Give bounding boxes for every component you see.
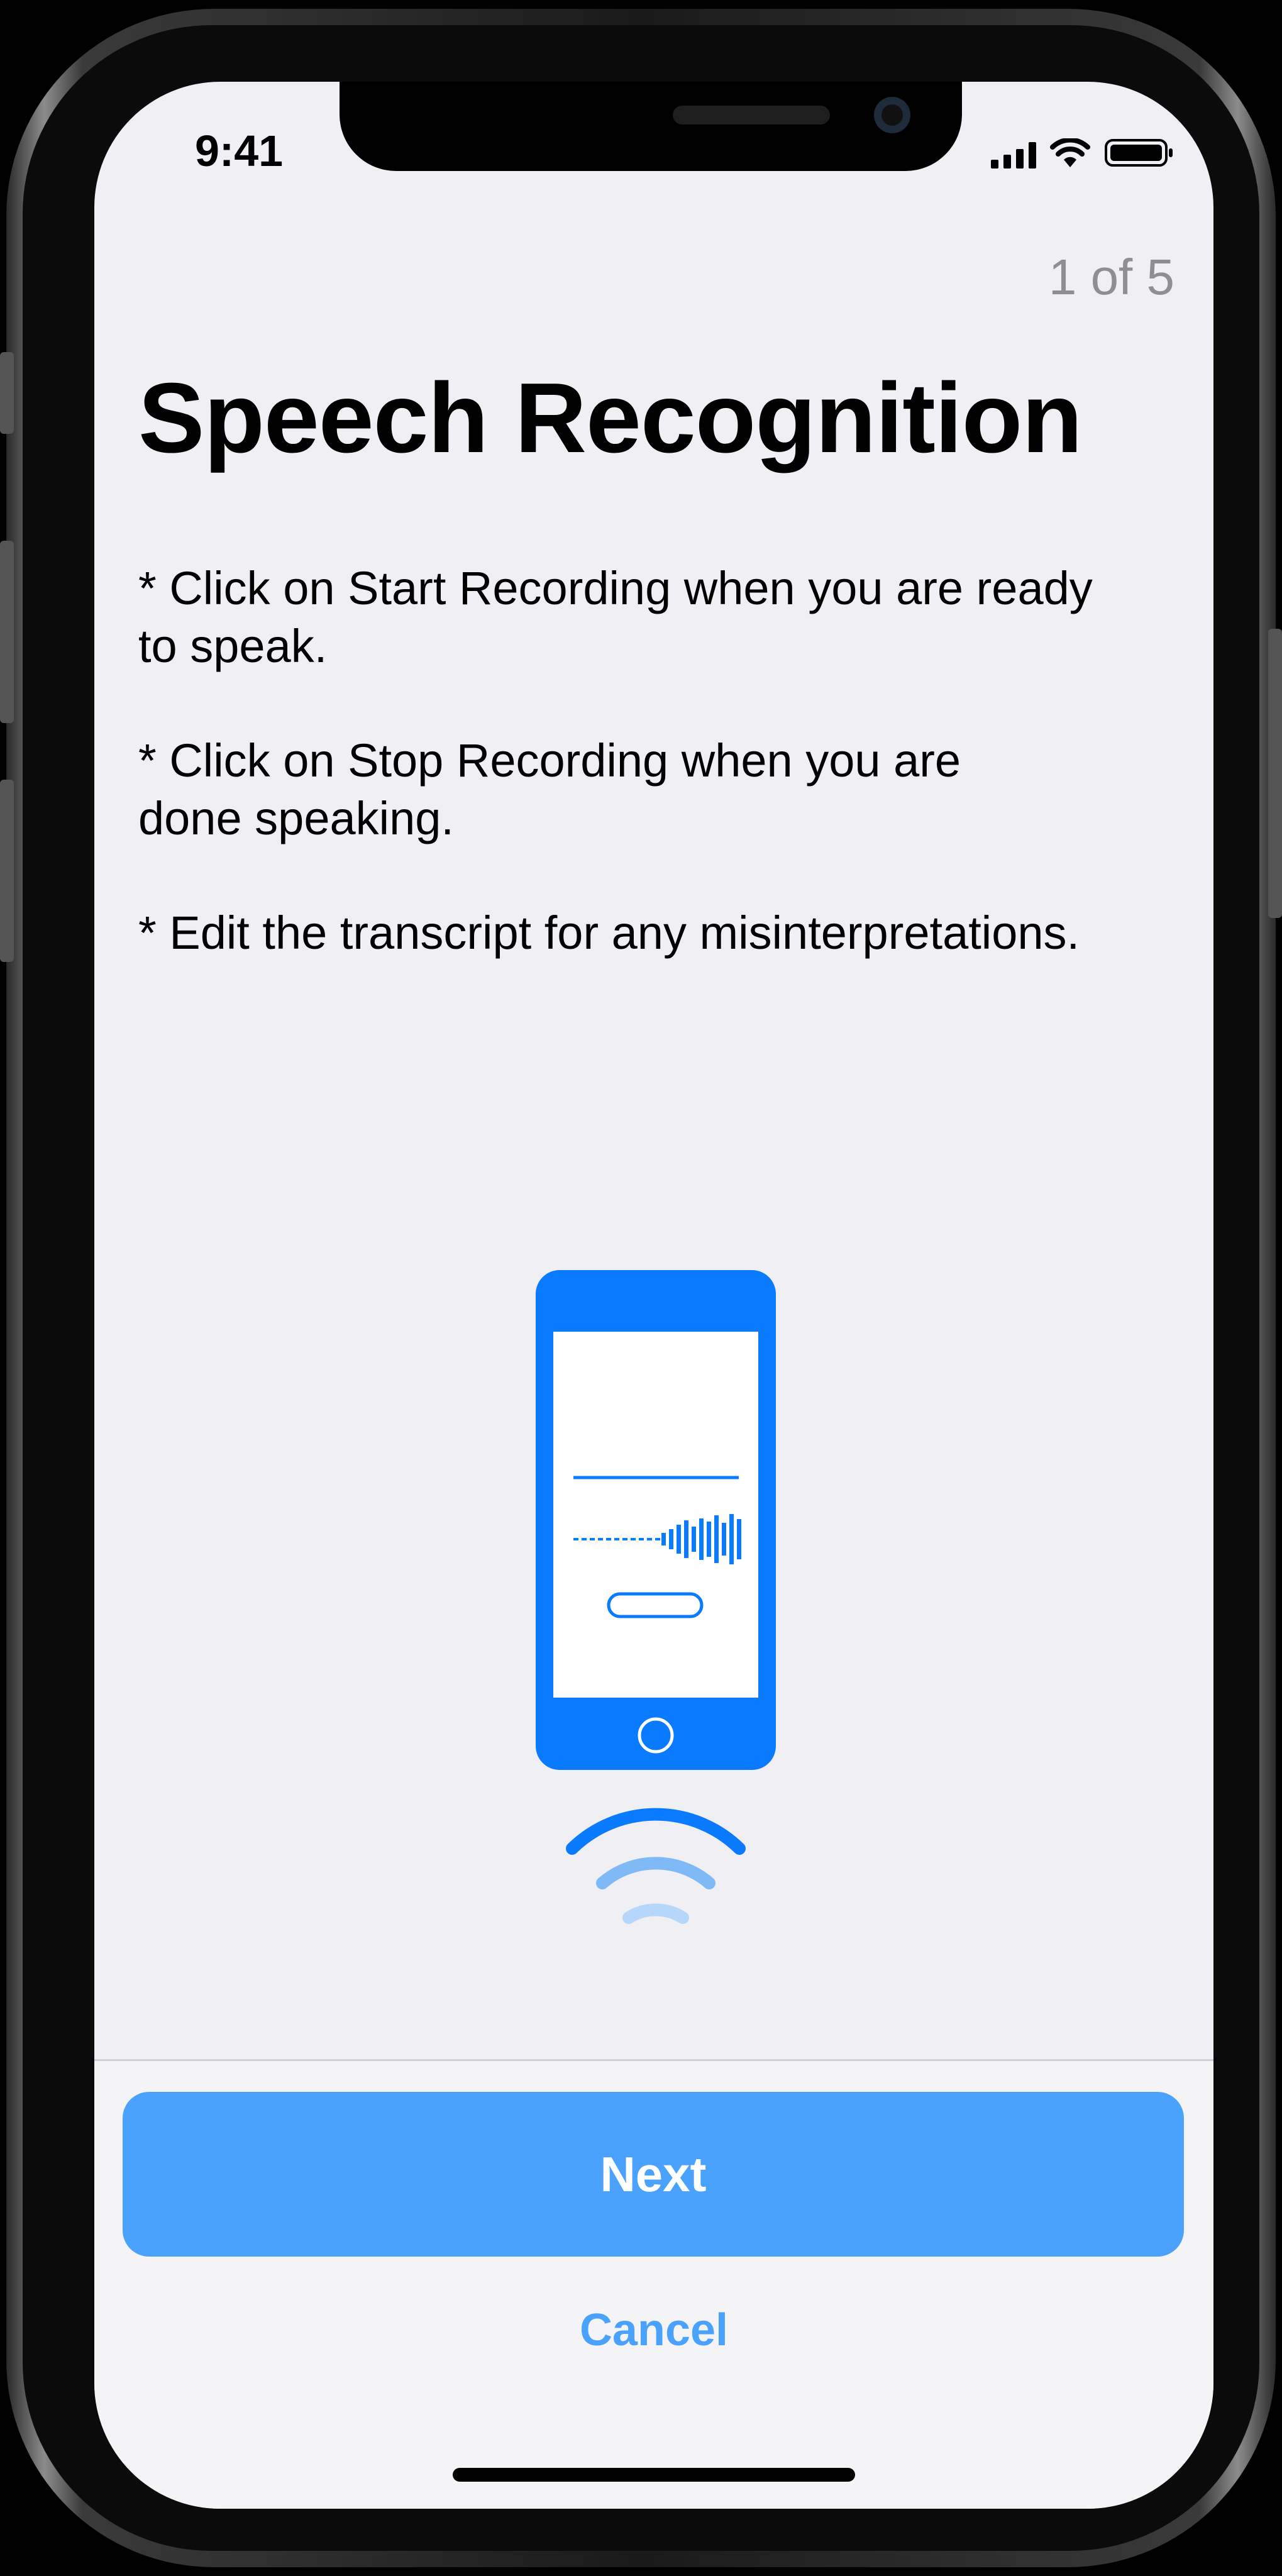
mute-switch <box>0 352 14 434</box>
page-title: Speech Recognition <box>138 363 1083 473</box>
phone-recording-illustration-icon <box>536 1270 776 1924</box>
notch <box>340 82 962 171</box>
instruction-item: * Click on Stop Recording when you are d… <box>138 734 961 844</box>
battery-icon <box>1105 139 1173 167</box>
device-mockup: 9:41 1 of 5 Speech Recognition * Click o… <box>0 0 1282 2576</box>
step-counter: 1 of 5 <box>1048 249 1174 305</box>
home-indicator[interactable] <box>453 2468 855 2482</box>
instruction-item: * Edit the transcript for any misinterpr… <box>138 907 1080 959</box>
earpiece-speaker <box>673 106 830 124</box>
front-camera <box>874 97 910 133</box>
status-time: 9:41 <box>195 126 284 175</box>
next-button[interactable]: Next <box>123 2092 1184 2257</box>
power-button <box>1268 629 1282 918</box>
cellular-signal-icon <box>991 141 1036 169</box>
status-icons <box>991 133 1174 169</box>
app-screen: 9:41 1 of 5 Speech Recognition * Click o… <box>94 82 1213 2509</box>
volume-up-button <box>0 541 14 723</box>
cancel-button[interactable]: Cancel <box>94 2304 1213 2356</box>
volume-down-button <box>0 780 14 962</box>
instructions-list: * Click on Start Recording when you are … <box>138 560 1176 1019</box>
instruction-item: * Click on Start Recording when you are … <box>138 562 1093 672</box>
wifi-icon <box>1050 138 1090 167</box>
